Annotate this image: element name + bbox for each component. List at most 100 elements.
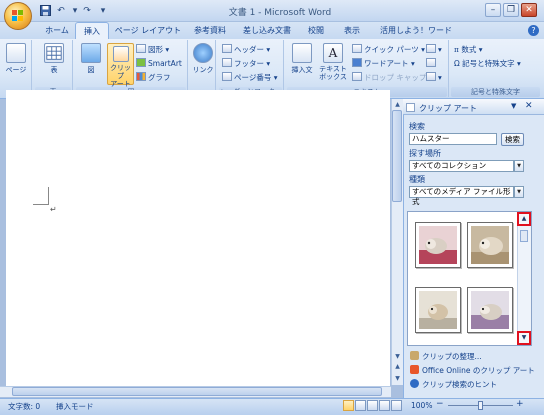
word-count[interactable]: 文字数: 0 xyxy=(8,401,40,412)
tab-insert[interactable]: 挿入 xyxy=(75,22,109,40)
dropcap-label: ドロップ キャップ xyxy=(364,73,427,82)
zoom-slider-knob[interactable] xyxy=(478,401,483,410)
footer-icon xyxy=(222,58,232,67)
shapes-icon xyxy=(136,44,146,53)
header-icon xyxy=(222,44,232,53)
horizontal-scroll-thumb[interactable] xyxy=(12,387,382,396)
header-button[interactable]: ヘッダー ▾ xyxy=(222,44,270,56)
paragraph-mark: ↵ xyxy=(50,205,57,214)
results-scroll-thumb[interactable] xyxy=(520,230,528,242)
chart-label: グラフ xyxy=(148,73,171,82)
location-dropdown-icon[interactable]: ▼ xyxy=(514,160,524,172)
page-button[interactable]: ページ xyxy=(3,43,29,75)
redo-button[interactable]: ↷ xyxy=(80,5,94,17)
results-scroll-down-arrow[interactable]: ▼ xyxy=(517,331,531,345)
qat-customize[interactable]: ▾ xyxy=(96,5,110,17)
draft-view-icon[interactable] xyxy=(391,400,402,411)
tab-word-tips[interactable]: 活用しよう！ワード xyxy=(370,22,462,39)
task-pane-title: クリップ アート xyxy=(419,104,478,113)
object-icon xyxy=(426,72,436,81)
undo-button[interactable]: ↶ xyxy=(54,5,68,17)
help-icon[interactable]: ? xyxy=(528,25,539,36)
search-input[interactable]: ハムスター xyxy=(409,133,497,145)
page-icon xyxy=(6,43,26,63)
type-select[interactable]: すべてのメディア ファイル形式 xyxy=(409,186,514,206)
equation-button[interactable]: π 数式 ▾ xyxy=(454,44,482,56)
pane-grip-icon[interactable] xyxy=(406,103,415,112)
minimize-button[interactable]: – xyxy=(485,3,501,17)
close-button[interactable]: ✕ xyxy=(521,3,537,17)
next-page-button[interactable]: ▼ xyxy=(392,374,403,384)
zoom-level[interactable]: 100% xyxy=(411,401,432,410)
signature-button[interactable]: ▾ xyxy=(426,44,442,56)
tab-view[interactable]: 表示 xyxy=(339,22,365,39)
shapes-label: 図形 xyxy=(148,45,163,54)
zoom-out-button[interactable]: − xyxy=(436,399,444,409)
insert-text-label: 挿入文 xyxy=(291,66,313,74)
clipart-thumb[interactable] xyxy=(467,287,513,333)
pane-menu-icon[interactable]: ▼ xyxy=(511,102,516,110)
signature-icon xyxy=(426,44,436,53)
document-page[interactable] xyxy=(6,90,390,386)
clipart-thumb[interactable] xyxy=(415,287,461,333)
dropcap-button[interactable]: ドロップ キャップ ▾ xyxy=(352,72,433,84)
prev-page-button[interactable]: ▲ xyxy=(392,362,403,372)
scroll-up-arrow[interactable]: ▲ xyxy=(392,100,403,110)
search-tips-link[interactable]: クリップ検索のヒント xyxy=(410,379,497,390)
window-title: 文書 1 - Microsoft Word xyxy=(228,8,332,18)
organize-clips-link[interactable]: クリップの整理... xyxy=(410,351,482,362)
textbox-label-1: テキスト xyxy=(319,65,347,73)
scroll-down-arrow[interactable]: ▼ xyxy=(392,352,403,362)
margin-corner-horizontal xyxy=(33,204,49,205)
help-circle-icon xyxy=(410,379,419,388)
shapes-button[interactable]: 図形 ▾ xyxy=(136,44,169,56)
tab-mailings[interactable]: 差し込み文書 xyxy=(236,22,298,39)
outline-view-icon[interactable] xyxy=(379,400,390,411)
textbox-button[interactable]: A テキスト ボックス xyxy=(318,43,348,81)
search-label: 検索 xyxy=(409,122,425,131)
page-number-label: ページ番号 xyxy=(234,73,272,82)
zoom-in-button[interactable]: + xyxy=(516,399,524,409)
clipart-thumb[interactable] xyxy=(415,222,461,268)
tab-home[interactable]: ホーム xyxy=(40,22,74,39)
print-layout-view-icon[interactable] xyxy=(343,400,354,411)
office-online-link[interactable]: Office Online のクリップ アート xyxy=(410,365,535,376)
chart-button[interactable]: グラフ xyxy=(136,72,171,84)
symbol-button[interactable]: Ω 記号と特殊文字 ▾ xyxy=(454,58,521,70)
search-button[interactable]: 検索 xyxy=(501,133,524,146)
smartart-button[interactable]: SmartArt xyxy=(136,58,182,70)
datetime-button[interactable] xyxy=(426,58,438,70)
page-number-button[interactable]: ページ番号 ▾ xyxy=(222,72,278,84)
web-layout-view-icon[interactable] xyxy=(367,400,378,411)
picture-button[interactable]: 図 xyxy=(78,43,104,75)
tab-references[interactable]: 参考資料 xyxy=(186,22,234,39)
header-label: ヘッダー xyxy=(234,45,264,54)
hamster-image-icon xyxy=(471,291,509,329)
quick-parts-button[interactable]: クイック パーツ ▾ xyxy=(352,44,425,56)
table-button[interactable]: 表 xyxy=(40,43,68,75)
save-icon[interactable] xyxy=(38,5,52,17)
object-button[interactable]: ▾ xyxy=(426,72,442,84)
vertical-scroll-thumb[interactable] xyxy=(392,110,402,202)
type-dropdown-icon[interactable]: ▼ xyxy=(514,186,524,198)
restore-button[interactable]: ❐ xyxy=(503,3,519,17)
tab-page-layout[interactable]: ページ レイアウト xyxy=(112,22,184,39)
clipart-button[interactable]: クリップ アート xyxy=(107,43,134,88)
link-button[interactable]: リンク xyxy=(190,43,216,75)
full-screen-view-icon[interactable] xyxy=(355,400,366,411)
footer-button[interactable]: フッター ▾ xyxy=(222,58,270,70)
office-button[interactable] xyxy=(4,2,32,30)
pane-close-icon[interactable]: ✕ xyxy=(525,101,533,111)
picture-button-label: 図 xyxy=(87,66,95,74)
insert-text-button[interactable]: 挿入文 xyxy=(288,43,316,75)
chart-icon xyxy=(136,72,146,81)
tab-review[interactable]: 校閲 xyxy=(303,22,329,39)
wordart-button[interactable]: ワードアート ▾ xyxy=(352,58,415,70)
smartart-label: SmartArt xyxy=(148,59,182,68)
results-scroll-up-arrow[interactable]: ▲ xyxy=(517,212,531,226)
location-label: 探す場所 xyxy=(409,149,441,158)
datetime-icon xyxy=(426,58,436,67)
clipart-thumb[interactable] xyxy=(467,222,513,268)
location-select[interactable]: すべてのコレクション xyxy=(409,160,514,172)
insert-mode[interactable]: 挿入モード xyxy=(56,401,94,412)
